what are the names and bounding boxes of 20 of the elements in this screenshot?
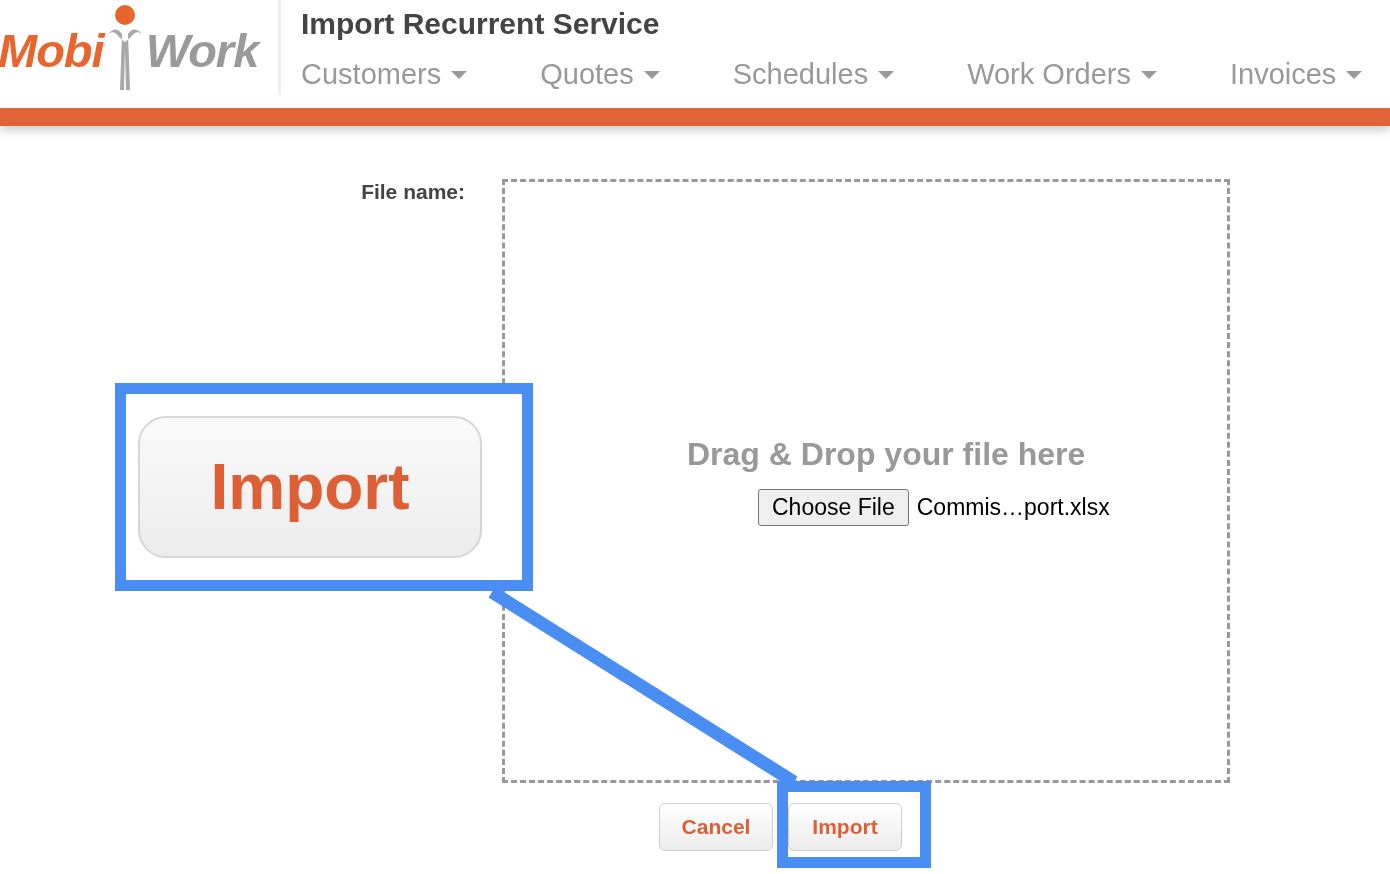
nav-menu-item[interactable]: Invoices [1229, 57, 1363, 91]
caret-icon [1346, 71, 1363, 79]
nav-menu-item[interactable]: Work Orders [967, 57, 1157, 91]
action-button[interactable]: Import [788, 803, 902, 851]
caret-icon [878, 71, 895, 79]
nav-menu-item[interactable]: Customers [301, 57, 468, 91]
magnified-preview: Import [138, 416, 482, 558]
field-label: File name: [361, 180, 465, 204]
drop-prompt: Drag & Drop your file here [687, 436, 1086, 472]
choose-file-button[interactable]: Choose File [758, 489, 909, 526]
caret-icon [1140, 71, 1157, 79]
logo-text: Work [145, 27, 259, 74]
action-button[interactable]: Cancel [659, 803, 773, 851]
file-name-text: Commis…port.xlsx [916, 494, 1110, 521]
caret-icon [451, 71, 468, 79]
nav-menu-item[interactable]: Schedules [732, 57, 895, 91]
page-title: Import Recurrent Service [301, 7, 660, 41]
caret-icon [643, 71, 660, 79]
person-figure-icon [107, 3, 142, 90]
nav-menu-item[interactable]: Quotes [540, 57, 660, 91]
